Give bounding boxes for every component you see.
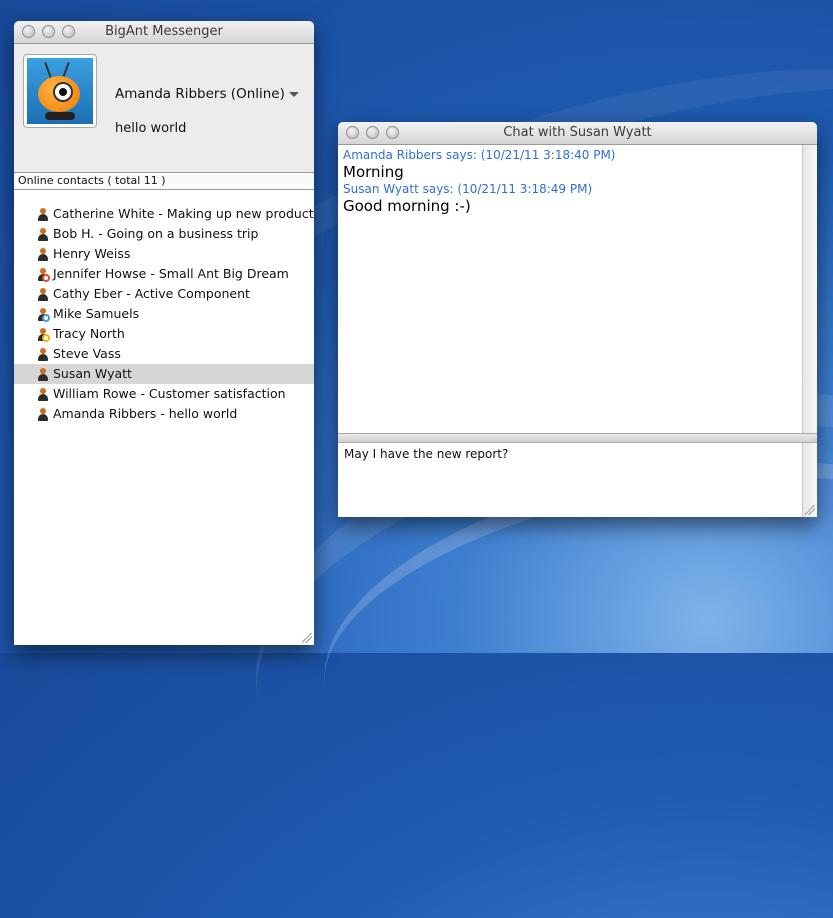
contact-name: Henry Weiss — [53, 246, 131, 261]
contact-name: Amanda Ribbers - hello world — [53, 406, 238, 421]
contact-item[interactable]: Tracy North — [14, 324, 314, 344]
contact-list: Catherine White - Making up new product B… — [14, 204, 314, 424]
profile-panel: Amanda Ribbers (Online) hello world — [14, 44, 314, 172]
message-header: Susan Wyatt says: (10/21/11 3:18:49 PM) — [343, 182, 593, 196]
user-status-icon — [37, 368, 49, 381]
user-status-icon — [37, 328, 50, 342]
contact-item[interactable]: Amanda Ribbers - hello world — [14, 404, 314, 424]
split-divider[interactable] — [338, 433, 817, 443]
contact-item[interactable]: Susan Wyatt — [14, 364, 314, 384]
user-status-icon — [37, 228, 49, 241]
contact-item[interactable]: Mike Samuels — [14, 304, 314, 324]
contacts-header: Online contacts ( total 11 ) — [14, 172, 314, 190]
message-input[interactable]: May I have the new report? — [338, 443, 802, 517]
user-status-icon — [37, 348, 49, 361]
contact-item[interactable]: Steve Vass — [14, 344, 314, 364]
titlebar[interactable]: Chat with Susan Wyatt — [338, 122, 817, 145]
contact-name: Catherine White - Making up new product — [53, 206, 314, 221]
user-status-icon — [37, 208, 49, 221]
contact-name: Susan Wyatt — [53, 366, 132, 381]
message-header: Amanda Ribbers says: (10/21/11 3:18:40 P… — [343, 148, 616, 162]
contact-item[interactable]: Cathy Eber - Active Component — [14, 284, 314, 304]
contact-name: Mike Samuels — [53, 306, 140, 321]
contact-name: Bob H. - Going on a business trip — [53, 226, 259, 241]
bigant-messenger-window: BigAnt Messenger Amanda Ribbers (Online)… — [14, 21, 314, 645]
user-status-icon — [37, 408, 49, 421]
contact-item[interactable]: Jennifer Howse - Small Ant Big Dream — [14, 264, 314, 284]
user-status-icon — [37, 288, 49, 301]
contact-item[interactable]: Catherine White - Making up new product — [14, 204, 314, 224]
chat-title: Chat with Susan Wyatt — [503, 125, 652, 140]
contact-name: Tracy North — [53, 326, 125, 341]
resize-grip-icon[interactable] — [302, 633, 312, 643]
ant-avatar-image — [27, 58, 93, 124]
chat-window: Chat with Susan Wyatt Amanda Ribbers say… — [338, 122, 817, 517]
avatar[interactable] — [23, 54, 97, 128]
status-message[interactable]: hello world — [115, 121, 186, 136]
user-status-icon — [37, 308, 50, 322]
chat-transcript: Amanda Ribbers says: (10/21/11 3:18:40 P… — [338, 145, 802, 433]
message-text: Morning — [343, 163, 404, 181]
chevron-down-icon — [288, 91, 299, 97]
contact-item[interactable]: Henry Weiss — [14, 244, 314, 264]
user-status-dropdown[interactable]: Amanda Ribbers (Online) — [115, 86, 299, 102]
titlebar[interactable]: BigAnt Messenger — [14, 21, 314, 44]
contact-item[interactable]: William Rowe - Customer satisfaction — [14, 384, 314, 404]
user-status-icon — [37, 388, 49, 401]
message-text: Good morning :-) — [343, 197, 471, 215]
transcript-scrollbar[interactable] — [802, 145, 817, 433]
contact-name: Cathy Eber - Active Component — [53, 286, 250, 301]
resize-grip-icon[interactable] — [805, 505, 815, 515]
user-name: Amanda Ribbers (Online) — [115, 86, 285, 102]
window-title: BigAnt Messenger — [105, 24, 223, 39]
contact-name: William Rowe - Customer satisfaction — [53, 386, 286, 401]
user-status-icon — [37, 248, 49, 261]
user-status-icon — [37, 268, 50, 282]
contact-name: Steve Vass — [53, 346, 121, 361]
contact-name: Jennifer Howse - Small Ant Big Dream — [53, 266, 289, 281]
contact-item[interactable]: Bob H. - Going on a business trip — [14, 224, 314, 244]
